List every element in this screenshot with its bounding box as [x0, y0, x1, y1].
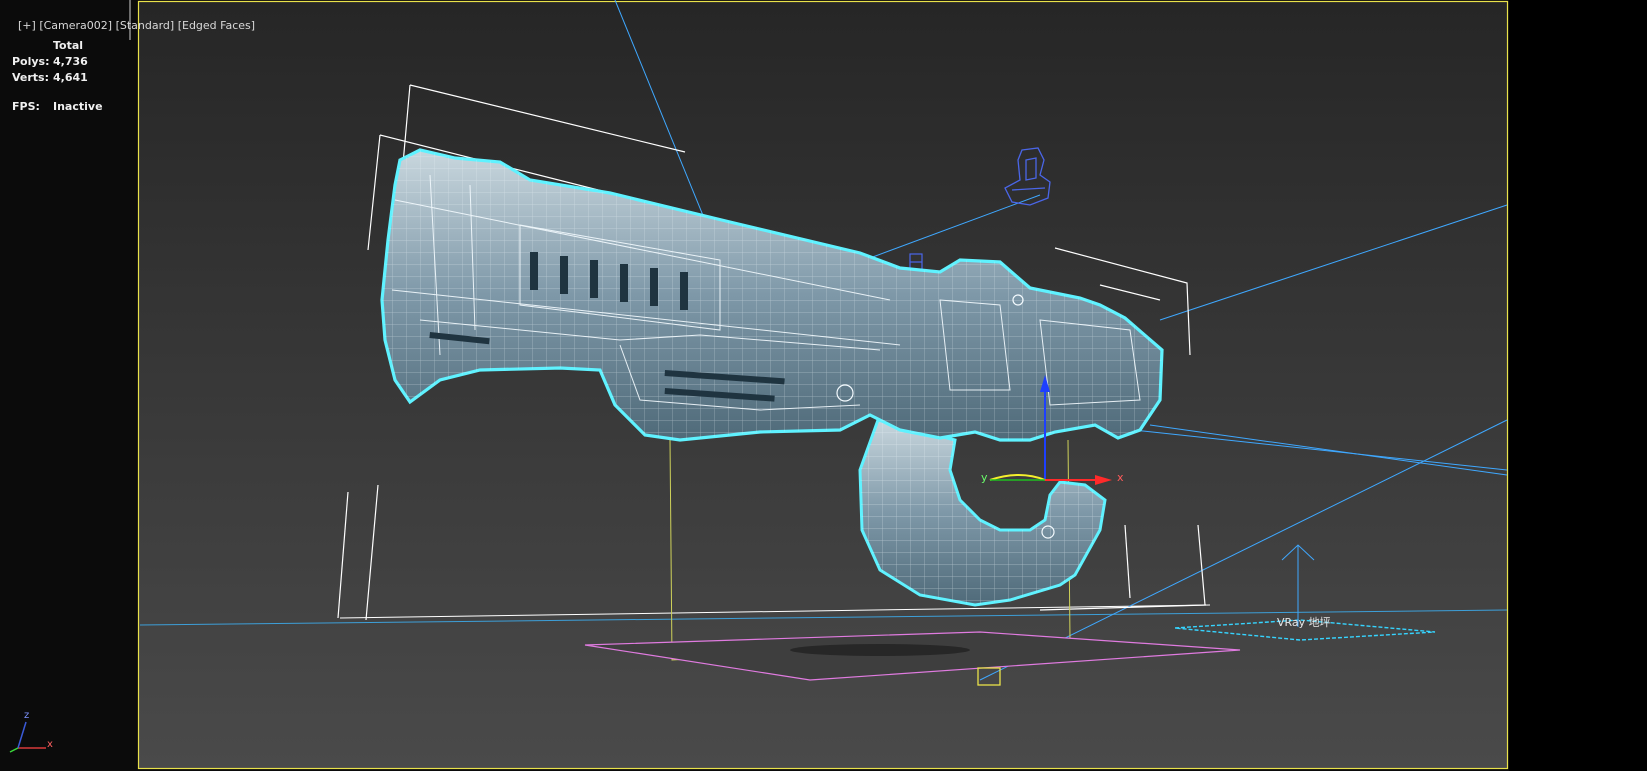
gizmo-y-label: y: [981, 471, 988, 484]
tripod-z-label: z: [24, 710, 30, 721]
verts-value: 4,641: [53, 70, 88, 84]
stats-total-header: Total: [53, 38, 84, 52]
viewport-scene[interactable]: [0, 0, 1647, 771]
stats-panel-bg: [0, 0, 138, 771]
scene-statistics: Total Polys: 4,736 Verts: 4,641 FPS: Ina…: [12, 37, 103, 114]
polys-label: Polys:: [12, 54, 50, 68]
viewport-general-menu[interactable]: [+]: [18, 19, 36, 32]
viewport-shading-menu[interactable]: [Standard]: [116, 19, 175, 32]
viewport-point-of-view-menu[interactable]: [Camera002]: [39, 19, 112, 32]
polys-value: 4,736: [53, 54, 88, 68]
fps-value: Inactive: [53, 99, 103, 113]
verts-label: Verts:: [12, 70, 50, 84]
right-blank-area: [1509, 0, 1647, 771]
tripod-x-label: x: [47, 739, 53, 750]
gizmo-x-label: x: [1117, 471, 1124, 484]
fps-label: FPS:: [12, 99, 40, 113]
3d-viewport[interactable]: x y z x [+] [Camera002] [Standard] [Edge…: [0, 0, 1647, 771]
shadow-blob: [790, 644, 970, 656]
viewport-display-mode-menu[interactable]: [Edged Faces]: [178, 19, 255, 32]
vray-plane-label: VRay 地坪: [1277, 616, 1331, 629]
